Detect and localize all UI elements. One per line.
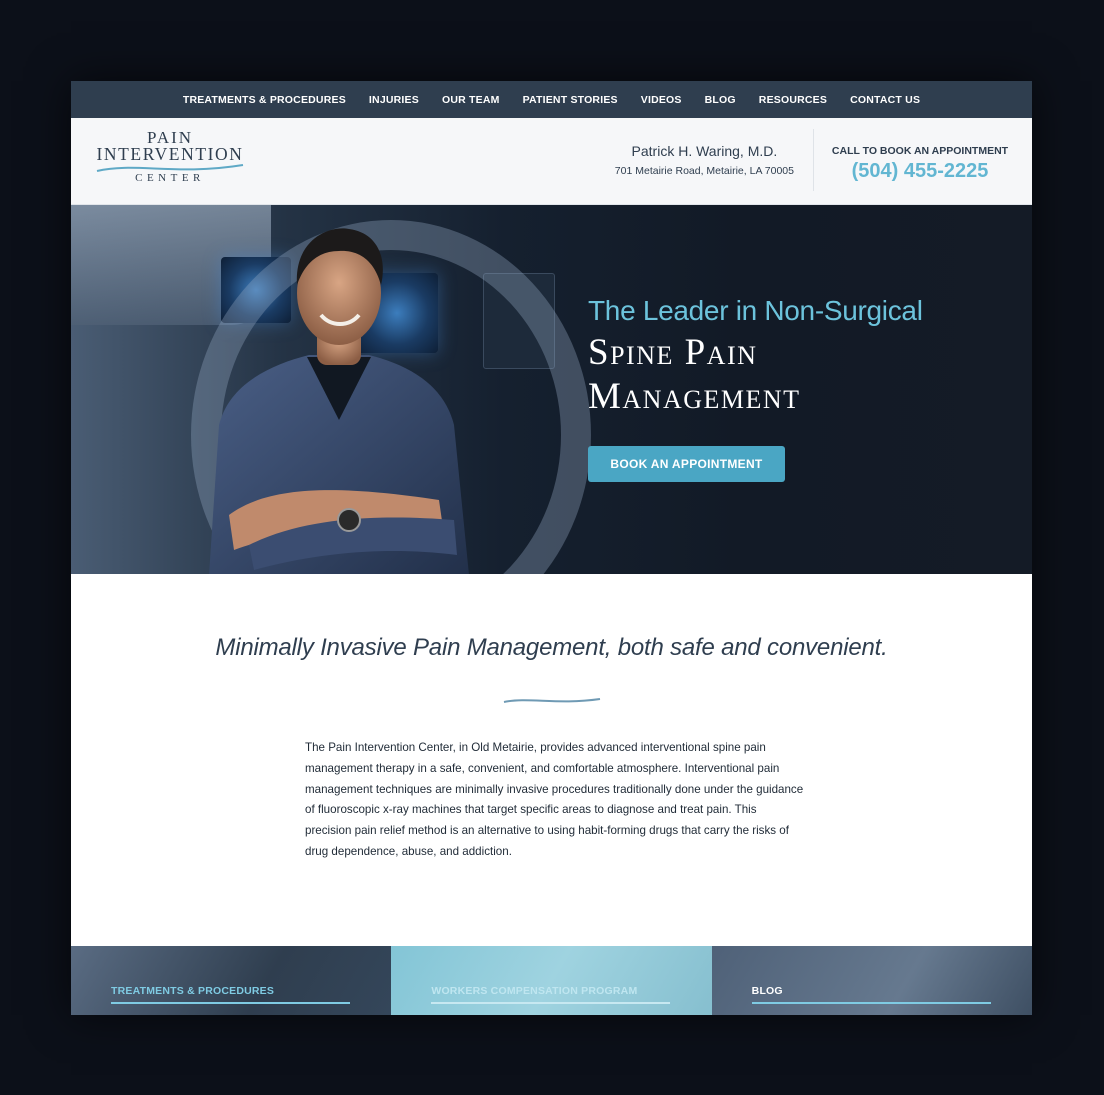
hero-headline-line3: Management [588, 376, 801, 417]
phone-number-link[interactable]: (504) 455-2225 [821, 160, 1019, 183]
doctor-info: Patrick H. Waring, M.D. 701 Metairie Roa… [615, 143, 794, 177]
top-navigation: TREATMENTS & PROCEDURES INJURIES OUR TEA… [71, 81, 1032, 118]
tile-label: BLOG [751, 985, 783, 997]
nav-patient-stories[interactable]: PATIENT STORIES [511, 94, 629, 106]
call-cta-label: CALL TO BOOK AN APPOINTMENT [831, 145, 1009, 157]
nav-treatments-procedures[interactable]: TREATMENTS & PROCEDURES [171, 94, 357, 106]
book-appointment-button[interactable]: BOOK AN APPOINTMENT [588, 446, 785, 482]
feature-tiles: TREATMENTS & PROCEDURES WORKERS COMPENSA… [71, 946, 1032, 1015]
wave-divider-icon [503, 698, 601, 703]
hero-headline-line2: Spine Pain [588, 332, 758, 373]
call-to-book: CALL TO BOOK AN APPOINTMENT (504) 455-22… [821, 145, 1019, 183]
nav-our-team[interactable]: OUR TEAM [430, 94, 511, 106]
site-header: PAIN INTERVENTION CENTER Patrick H. Wari… [71, 118, 1032, 205]
tile-treatments-procedures[interactable]: TREATMENTS & PROCEDURES [71, 946, 392, 1015]
nav-videos[interactable]: VIDEOS [629, 94, 693, 106]
website-frame: TREATMENTS & PROCEDURES INJURIES OUR TEA… [71, 81, 1032, 1015]
office-address: 701 Metairie Road, Metairie, LA 70005 [614, 165, 794, 177]
tile-underline [111, 1002, 350, 1004]
nav-resources[interactable]: RESOURCES [747, 94, 838, 106]
tile-label: WORKERS COMPENSATION PROGRAM [431, 985, 638, 997]
header-divider [813, 129, 814, 191]
hero-headline-line1: The Leader in Non-Surgical [588, 295, 923, 326]
nav-blog[interactable]: BLOG [693, 94, 747, 106]
site-logo[interactable]: PAIN INTERVENTION CENTER [95, 128, 245, 190]
hero-headline: The Leader in Non-Surgical Spine Pain Ma… [588, 295, 923, 419]
intro-section: Minimally Invasive Pain Management, both… [71, 574, 1032, 946]
logo-line-center: CENTER [135, 172, 205, 184]
doctor-portrait-image [209, 228, 469, 574]
tile-blog[interactable]: BLOG [711, 946, 1032, 1015]
intro-paragraph: The Pain Intervention Center, in Old Met… [305, 741, 804, 858]
doctor-name: Patrick H. Waring, M.D. [631, 143, 778, 159]
tile-workers-compensation[interactable]: WORKERS COMPENSATION PROGRAM [391, 946, 712, 1015]
intro-tagline: Minimally Invasive Pain Management, both… [215, 634, 888, 661]
tile-underline [431, 1002, 671, 1004]
nav-contact-us[interactable]: CONTACT US [839, 94, 932, 106]
nav-injuries[interactable]: INJURIES [357, 94, 430, 106]
hero-banner: The Leader in Non-Surgical Spine Pain Ma… [71, 205, 1032, 574]
tile-underline [751, 1002, 991, 1004]
tile-label: TREATMENTS & PROCEDURES [111, 985, 275, 997]
